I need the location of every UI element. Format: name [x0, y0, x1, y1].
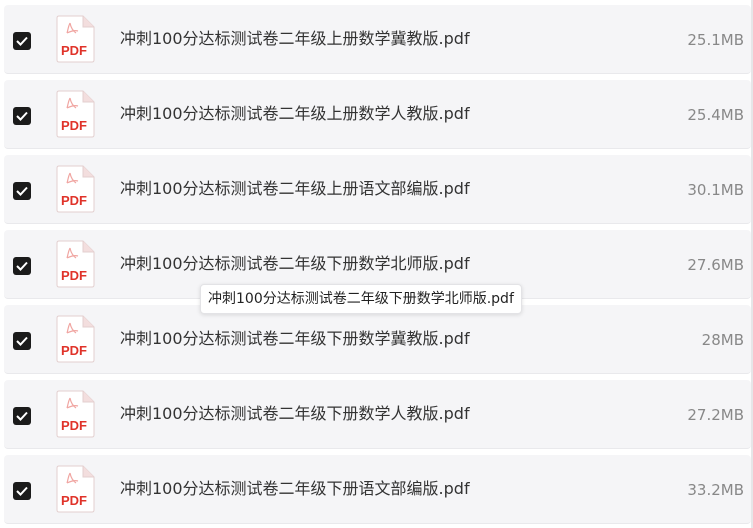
svg-text:PDF: PDF [61, 268, 87, 283]
file-row[interactable]: PDF 冲刺100分达标测试卷二年级下册数学冀教版.pdf 28MB [4, 305, 751, 374]
pdf-file-icon: PDF [55, 240, 95, 288]
svg-text:PDF: PDF [61, 118, 87, 133]
pdf-file-icon: PDF [55, 15, 95, 63]
file-row[interactable]: PDF 冲刺100分达标测试卷二年级上册数学人教版.pdf 25.4MB [4, 80, 751, 149]
file-name[interactable]: 冲刺100分达标测试卷二年级上册数学人教版.pdf [120, 104, 470, 124]
file-size: 25.1MB [687, 31, 744, 49]
file-row[interactable]: PDF 冲刺100分达标测试卷二年级上册数学冀教版.pdf 25.1MB [4, 5, 751, 74]
check-icon [16, 261, 28, 271]
file-size: 28MB [701, 331, 744, 349]
pdf-file-icon: PDF [55, 465, 95, 513]
file-name[interactable]: 冲刺100分达标测试卷二年级下册数学人教版.pdf [120, 404, 470, 424]
pdf-file-icon: PDF [55, 165, 95, 213]
file-name[interactable]: 冲刺100分达标测试卷二年级上册数学冀教版.pdf [120, 29, 470, 49]
check-icon [16, 36, 28, 46]
file-name[interactable]: 冲刺100分达标测试卷二年级上册语文部编版.pdf [120, 179, 470, 199]
file-row[interactable]: PDF 冲刺100分达标测试卷二年级上册语文部编版.pdf 30.1MB [4, 155, 751, 224]
row-checkbox[interactable] [13, 107, 31, 125]
file-row[interactable]: PDF 冲刺100分达标测试卷二年级下册数学人教版.pdf 27.2MB [4, 380, 751, 449]
filename-tooltip: 冲刺100分达标测试卷二年级下册数学北师版.pdf [200, 284, 522, 314]
file-name[interactable]: 冲刺100分达标测试卷二年级下册数学北师版.pdf [120, 254, 470, 274]
svg-text:PDF: PDF [61, 343, 87, 358]
check-icon [16, 111, 28, 121]
file-size: 27.2MB [687, 406, 744, 424]
row-checkbox[interactable] [13, 482, 31, 500]
file-size: 30.1MB [687, 181, 744, 199]
file-size: 27.6MB [687, 256, 744, 274]
row-checkbox[interactable] [13, 332, 31, 350]
row-checkbox[interactable] [13, 257, 31, 275]
pdf-file-icon: PDF [55, 315, 95, 363]
svg-text:PDF: PDF [61, 493, 87, 508]
check-icon [16, 336, 28, 346]
file-name[interactable]: 冲刺100分达标测试卷二年级下册语文部编版.pdf [120, 479, 470, 499]
file-row[interactable]: PDF 冲刺100分达标测试卷二年级下册语文部编版.pdf 33.2MB [4, 455, 751, 524]
svg-text:PDF: PDF [61, 193, 87, 208]
pdf-file-icon: PDF [55, 90, 95, 138]
check-icon [16, 186, 28, 196]
file-list: PDF 冲刺100分达标测试卷二年级上册数学冀教版.pdf 25.1MB PDF… [0, 0, 753, 528]
file-size: 25.4MB [687, 106, 744, 124]
check-icon [16, 411, 28, 421]
svg-text:PDF: PDF [61, 418, 87, 433]
svg-text:PDF: PDF [61, 43, 87, 58]
file-size: 33.2MB [687, 481, 744, 499]
check-icon [16, 486, 28, 496]
row-checkbox[interactable] [13, 182, 31, 200]
file-name[interactable]: 冲刺100分达标测试卷二年级下册数学冀教版.pdf [120, 329, 470, 349]
row-checkbox[interactable] [13, 407, 31, 425]
row-checkbox[interactable] [13, 32, 31, 50]
pdf-file-icon: PDF [55, 390, 95, 438]
